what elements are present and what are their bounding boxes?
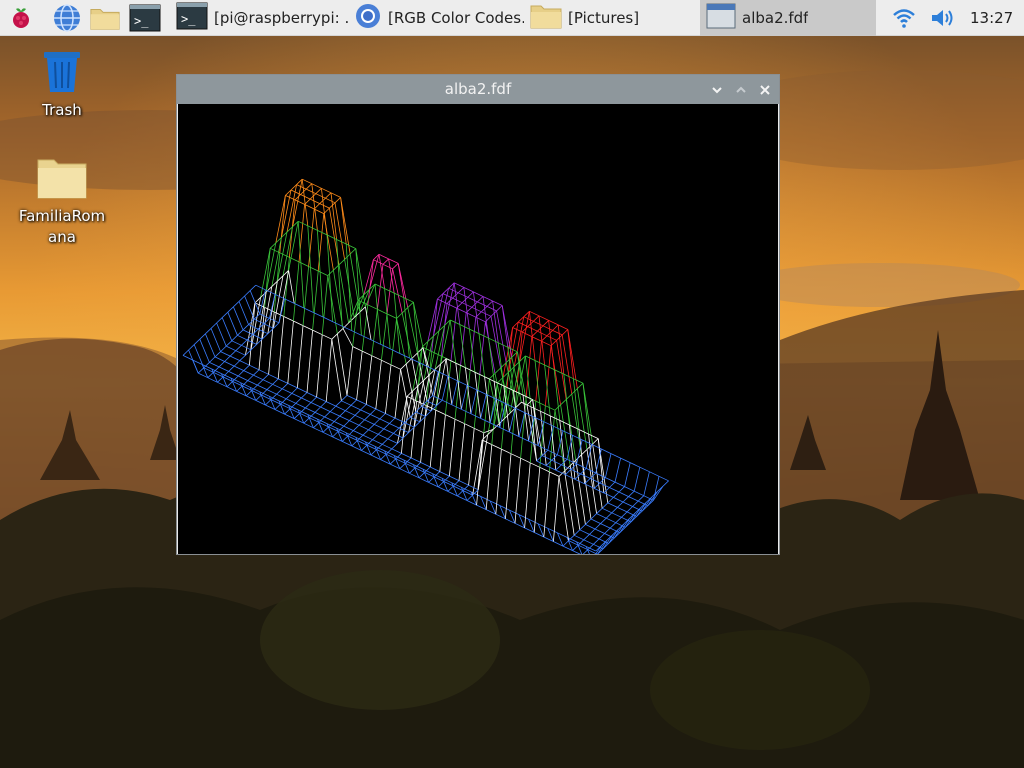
svg-text:>_: >_	[134, 14, 149, 28]
task-label: alba2.fdf	[742, 9, 809, 27]
volume-icon[interactable]	[928, 0, 958, 36]
wireframe-render	[182, 178, 669, 554]
minimize-icon[interactable]	[707, 80, 727, 100]
window-titlebar[interactable]: alba2.fdf	[177, 75, 779, 104]
raspberry-menu-icon[interactable]	[5, 0, 37, 36]
task-label: [RGB Color Codes...	[388, 9, 524, 27]
clock[interactable]: 13:27	[970, 0, 1018, 36]
window-title: alba2.fdf	[444, 80, 512, 98]
folder-icon	[12, 156, 112, 206]
trash-icon	[12, 48, 112, 100]
task-pictures[interactable]: [Pictures]	[524, 0, 700, 36]
app-window[interactable]: alba2.fdf	[176, 74, 780, 555]
maximize-icon[interactable]	[731, 80, 751, 100]
desktop-icon-label: FamiliaRomana	[18, 207, 106, 246]
desktop-icon-trash[interactable]: Trash	[12, 48, 112, 121]
terminal-icon: >_	[176, 2, 208, 34]
close-icon[interactable]	[755, 80, 775, 100]
task-terminal[interactable]: >_ [pi@raspberrypi: ...	[170, 0, 348, 36]
task-label: [Pictures]	[568, 9, 640, 27]
wifi-icon[interactable]	[890, 0, 918, 36]
terminal-icon[interactable]: >_	[129, 0, 161, 36]
svg-text:>_: >_	[181, 12, 196, 26]
file-manager-icon[interactable]	[89, 0, 121, 36]
chromium-icon	[354, 2, 382, 34]
folder-icon	[530, 2, 562, 34]
desktop-icon-familiaromana[interactable]: FamiliaRomana	[12, 156, 112, 248]
taskbar: >_ >_ [pi@raspberrypi: ... [RGB Color Co…	[0, 0, 1024, 36]
web-browser-icon[interactable]	[51, 0, 83, 36]
task-chromium[interactable]: [RGB Color Codes...	[348, 0, 524, 36]
desktop-icon-label: Trash	[42, 101, 82, 119]
render-canvas[interactable]	[178, 104, 778, 554]
wireframe-mesh	[182, 178, 669, 554]
window-icon	[706, 3, 736, 33]
task-alba2[interactable]: alba2.fdf	[700, 0, 876, 36]
task-label: [pi@raspberrypi: ...	[214, 9, 348, 27]
